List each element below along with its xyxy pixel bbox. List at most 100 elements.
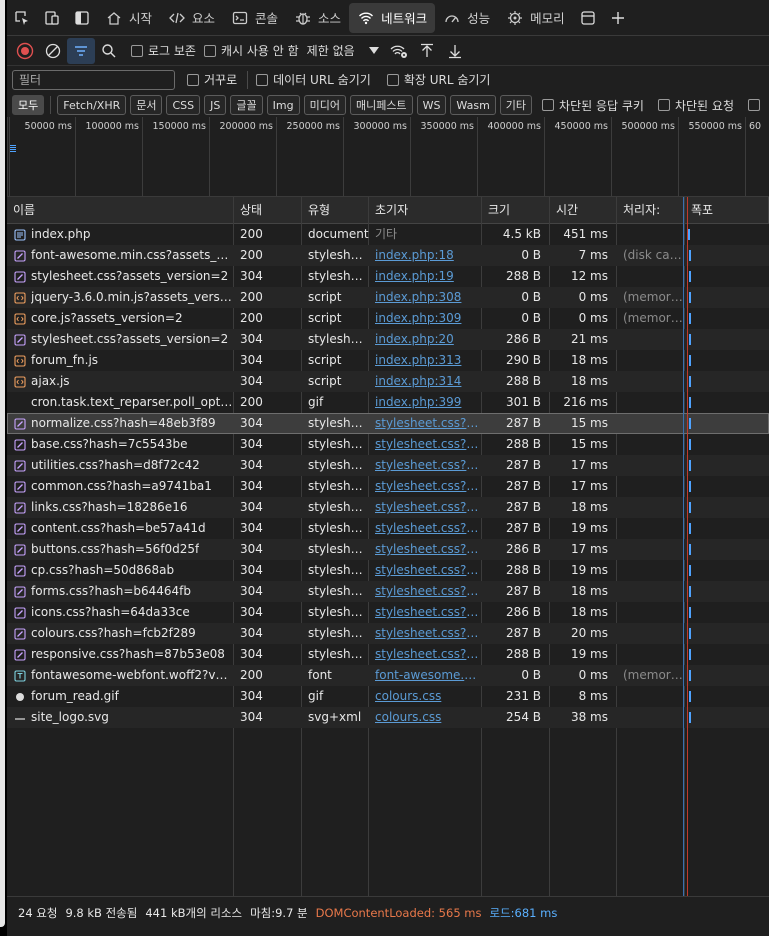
cell-name[interactable]: core.js?assets_version=2 [7, 308, 234, 329]
table-row[interactable]: font-awesome.min.css?assets_versi... 200 s… [7, 245, 769, 266]
cell-initiator[interactable]: stylesheet.css?as... [369, 476, 482, 497]
cell-initiator[interactable]: stylesheet.css?as... [369, 434, 482, 455]
cell-initiator[interactable]: font-awesome.mi... [369, 665, 482, 686]
tab-welcome[interactable]: 시작 [97, 3, 160, 33]
column-header-waterfall[interactable]: 폭포 [685, 197, 769, 224]
table-row[interactable]: stylesheet.css?assets_version=2 304 styles… [7, 329, 769, 350]
dock-side-icon[interactable] [67, 3, 97, 33]
table-row[interactable]: buttons.css?hash=56f0d25f 304 stylesheet st… [7, 539, 769, 560]
table-row[interactable]: stylesheet.css?assets_version=2 304 styles… [7, 266, 769, 287]
table-row[interactable]: base.css?hash=7c5543be 304 stylesheet style… [7, 434, 769, 455]
table-row[interactable]: utilities.css?hash=d8f72c42 304 stylesheet… [7, 455, 769, 476]
checkbox-box[interactable] [747, 99, 760, 111]
tab-sources[interactable]: 소스 [286, 3, 349, 33]
tab-network[interactable]: 네트워크 [349, 2, 436, 33]
cell-initiator[interactable]: index.php:309 [369, 308, 482, 329]
cell-initiator[interactable]: index.php:313 [369, 350, 482, 371]
table-row[interactable]: icons.css?hash=64da33ce 304 stylesheet styl… [7, 602, 769, 623]
disable-cache-checkbox[interactable]: 캐시 사용 안 함 [203, 42, 299, 59]
blocked-cookies-checkbox[interactable]: 차단된 응답 쿠키 [542, 97, 644, 114]
network-overview[interactable]: 50000 ms 100000 ms 150000 ms 200000 ms 2… [7, 117, 769, 197]
network-conditions-icon[interactable] [385, 38, 413, 64]
table-row[interactable]: ajax.js 304 script index.php:314 288 B 18 ms [7, 371, 769, 392]
search-icon[interactable] [95, 38, 123, 64]
checkbox-box[interactable] [256, 73, 269, 86]
table-row[interactable]: colours.css?hash=fcb2f289 304 stylesheet st… [7, 623, 769, 644]
cell-name[interactable]: common.css?hash=a9741ba1 [7, 476, 234, 497]
inspect-element-icon[interactable] [7, 3, 37, 33]
column-header-size[interactable]: 크기 [482, 197, 550, 224]
cell-initiator[interactable]: stylesheet.css?as... [369, 560, 482, 581]
cell-name[interactable]: forum_fn.js [7, 350, 234, 371]
cell-name[interactable]: fontawesome-webfont.woff2?v=4.... [7, 665, 234, 686]
cell-name[interactable]: stylesheet.css?assets_version=2 [7, 266, 234, 287]
cell-initiator[interactable]: stylesheet.css?as... [369, 413, 482, 434]
filter-type-css[interactable]: CSS [166, 95, 201, 115]
column-header-time[interactable]: 시간 [550, 197, 617, 224]
preserve-log-checkbox[interactable]: 로그 보존 [131, 42, 196, 59]
table-row[interactable]: cp.css?hash=50d868ab 304 stylesheet stylesh… [7, 560, 769, 581]
column-header-type[interactable]: 유형 [302, 197, 369, 224]
table-row[interactable]: responsive.css?hash=87b53e08 304 styleshee… [7, 644, 769, 665]
tab-performance[interactable]: 성능 [435, 3, 498, 33]
table-row[interactable]: normalize.css?hash=48eb3f89 304 stylesheet… [7, 413, 769, 434]
filter-type-font[interactable]: 글꼴 [230, 95, 263, 115]
cell-name[interactable]: normalize.css?hash=48eb3f89 [7, 413, 234, 434]
cell-initiator[interactable]: index.php:399 [369, 392, 482, 413]
tab-console[interactable]: 콘솔 [223, 3, 286, 33]
hide-extension-urls-checkbox[interactable]: 확장 URL 숨기기 [386, 71, 490, 88]
checkbox-box[interactable] [187, 73, 199, 86]
hide-data-urls-checkbox[interactable]: 데이터 URL 숨기기 [256, 71, 371, 88]
cell-name[interactable]: forms.css?hash=b64464fb [7, 581, 234, 602]
filter-type-wasm[interactable]: Wasm [450, 95, 496, 115]
cell-initiator[interactable]: stylesheet.css?as... [369, 497, 482, 518]
cell-name[interactable]: forum_read.gif [7, 686, 234, 707]
column-header-initiator[interactable]: 초기자 [369, 197, 482, 224]
cell-name[interactable]: stylesheet.css?assets_version=2 [7, 329, 234, 350]
cell-initiator[interactable]: stylesheet.css?as... [369, 623, 482, 644]
cell-initiator[interactable]: stylesheet.css?as... [369, 539, 482, 560]
filter-type-other[interactable]: 기타 [499, 95, 533, 115]
cell-initiator[interactable]: index.php:19 [369, 266, 482, 287]
cell-name[interactable]: icons.css?hash=64da33ce [7, 602, 234, 623]
throttling-dropdown[interactable]: 제한 없음 [307, 42, 379, 59]
record-icon[interactable] [11, 38, 39, 64]
column-header-name[interactable]: 이름 [7, 197, 234, 224]
cell-initiator[interactable]: stylesheet.css?as... [369, 581, 482, 602]
cell-name[interactable]: site_logo.svg [7, 707, 234, 728]
checkbox-box[interactable] [657, 99, 670, 111]
device-emulation-icon[interactable] [37, 3, 67, 33]
table-row[interactable]: core.js?assets_version=2 200 script index.p… [7, 308, 769, 329]
checkbox-box[interactable] [131, 44, 143, 57]
cell-initiator[interactable]: index.php:18 [369, 245, 482, 266]
table-row[interactable]: forum_fn.js 304 script index.php:313 290 B 18… [7, 350, 769, 371]
filter-input[interactable]: 필터 [12, 69, 175, 90]
cell-name[interactable]: index.php [7, 224, 234, 245]
table-row[interactable]: fontawesome-webfont.woff2?v=4.... 200 font… [7, 665, 769, 686]
cell-name[interactable]: font-awesome.min.css?assets_versi... [7, 245, 234, 266]
cell-initiator[interactable]: stylesheet.css?as... [369, 602, 482, 623]
application-panel-icon[interactable] [573, 3, 603, 33]
tab-memory[interactable]: 메모리 [498, 3, 573, 33]
cell-name[interactable]: cron.task.text_reparser.poll_option [7, 392, 234, 413]
cell-initiator[interactable]: colours.css [369, 707, 482, 728]
clear-icon[interactable] [39, 38, 67, 64]
cell-initiator[interactable]: index.php:314 [369, 371, 482, 392]
cell-name[interactable]: links.css?hash=18286e16 [7, 497, 234, 518]
cell-initiator[interactable]: colours.css [369, 686, 482, 707]
table-row[interactable]: forms.css?hash=b64464fb 304 stylesheet styl… [7, 581, 769, 602]
cell-name[interactable]: ajax.js [7, 371, 234, 392]
table-row[interactable]: index.php 200 document 기타 4.5 kB 451 ms [7, 224, 769, 245]
cell-initiator[interactable]: index.php:308 [369, 287, 482, 308]
filter-type-fetch-xhr[interactable]: Fetch/XHR [57, 95, 127, 115]
filter-toggle-icon[interactable] [67, 37, 95, 64]
cell-name[interactable]: responsive.css?hash=87b53e08 [7, 644, 234, 665]
upload-icon[interactable] [413, 38, 441, 64]
invert-checkbox[interactable]: 거꾸로 [187, 71, 237, 88]
cell-name[interactable]: jquery-3.6.0.min.js?assets_version=2 [7, 287, 234, 308]
table-row[interactable]: forum_read.gif 304 gif colours.css 231 B 8 ms [7, 686, 769, 707]
cell-name[interactable]: base.css?hash=7c5543be [7, 434, 234, 455]
filter-type-js[interactable]: JS [204, 95, 227, 115]
add-tool-icon[interactable] [603, 3, 633, 33]
column-header-fulfilled-by[interactable]: 처리자: [617, 197, 685, 224]
